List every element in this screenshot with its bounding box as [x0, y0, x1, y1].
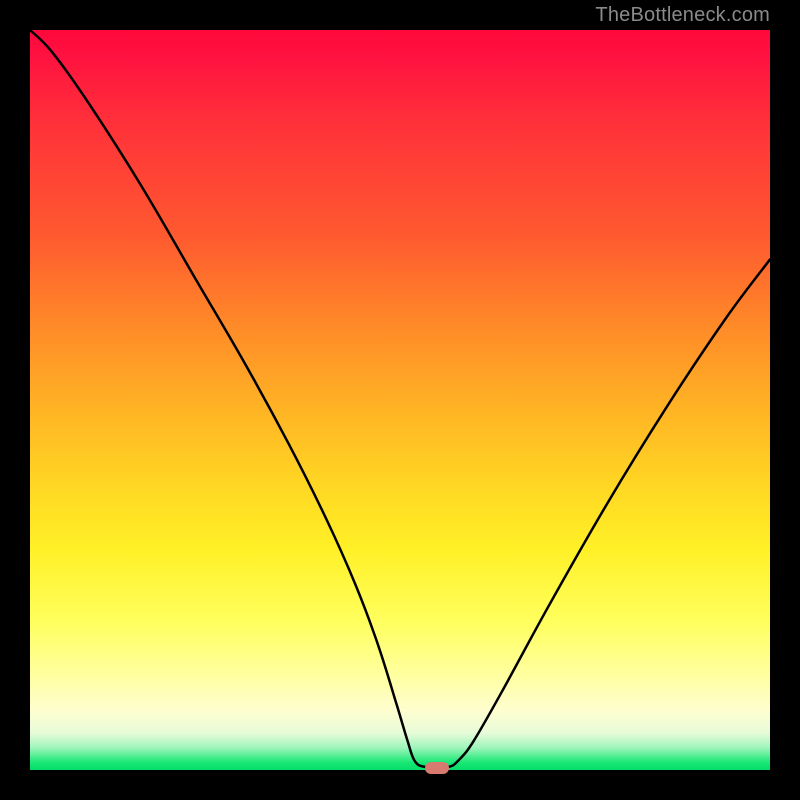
- chart-frame: TheBottleneck.com: [0, 0, 800, 800]
- watermark-text: TheBottleneck.com: [595, 4, 770, 27]
- optimum-marker: [425, 762, 449, 774]
- plot-area: [30, 30, 770, 770]
- bottleneck-curve: [30, 30, 770, 770]
